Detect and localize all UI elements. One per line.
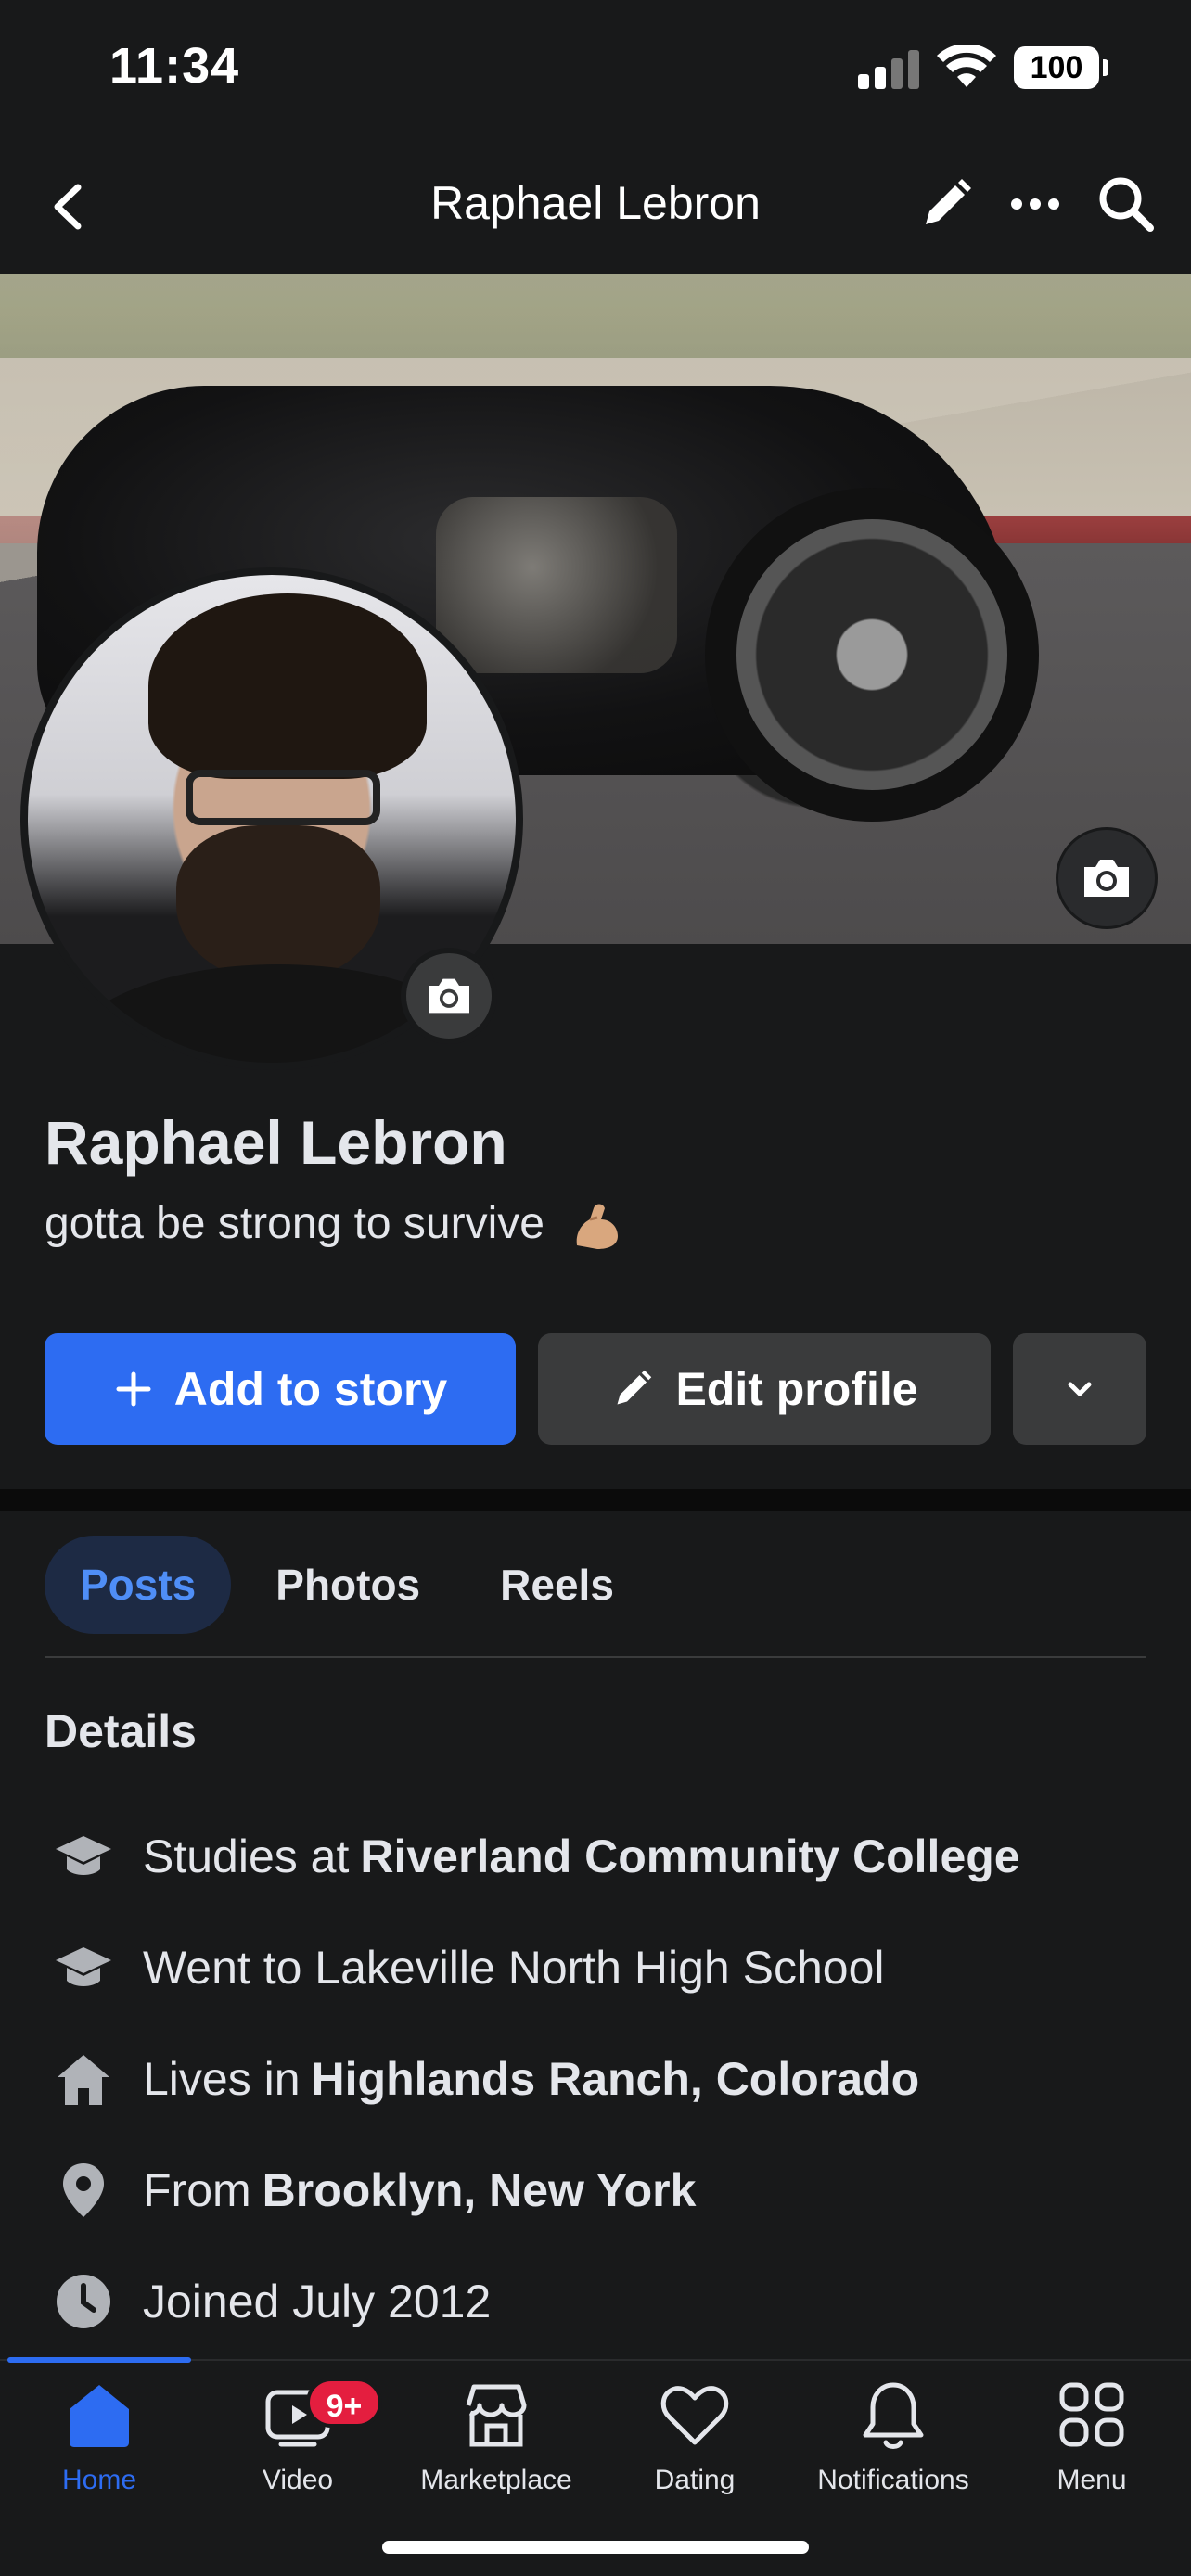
home-indicator (382, 2541, 809, 2554)
detail-value: Brooklyn, New York (262, 2164, 697, 2216)
nav-marketplace-label: Marketplace (420, 2465, 572, 2495)
pencil-icon (617, 1370, 652, 1405)
cover-camera-button[interactable] (1056, 827, 1158, 929)
battery-icon: 100 (1014, 46, 1099, 89)
active-tab-indicator (7, 2357, 191, 2363)
profile-options-button[interactable] (1013, 1333, 1146, 1445)
search-icon[interactable] (1095, 172, 1158, 236)
graduation-cap-icon (45, 1824, 122, 1889)
nav-dating[interactable]: Dating (596, 2378, 794, 2507)
battery-tip (1103, 59, 1108, 76)
motorcycle-wheel (705, 488, 1039, 822)
profile-header: Raphael Lebron (0, 139, 1191, 274)
add-to-story-button[interactable]: Add to story (45, 1333, 516, 1445)
more-icon[interactable] (1005, 174, 1065, 234)
status-time: 11:34 (109, 38, 240, 94)
menu-grid-icon (1059, 2382, 1124, 2447)
detail-value: Riverland Community College (360, 1830, 1020, 1882)
edit-profile-label: Edit profile (675, 1363, 918, 1415)
detail-prefix: Lives in (143, 2053, 301, 2105)
home-icon (45, 2047, 122, 2111)
video-badge: 9+ (306, 2378, 382, 2428)
detail-lives-in[interactable]: Lives in Highlands Ranch, Colorado (45, 2042, 1158, 2116)
profile-tabs: Posts Photos Reels (45, 1536, 659, 1634)
detail-high-school[interactable]: Went to Lakeville North High School (45, 1931, 1158, 2005)
wifi-icon (937, 45, 996, 87)
detail-value: Highlands Ranch, Colorado (311, 2053, 920, 2105)
graduation-cap-icon (45, 1935, 122, 2000)
edit-profile-button[interactable]: Edit profile (538, 1333, 991, 1445)
dating-heart-icon (660, 2386, 729, 2445)
signal-icon (858, 48, 921, 89)
tab-posts[interactable]: Posts (45, 1536, 232, 1634)
nav-notifications-label: Notifications (817, 2465, 969, 2495)
home-icon (70, 2385, 129, 2447)
bell-icon (863, 2382, 924, 2449)
details-title: Details (45, 1705, 197, 1757)
camera-icon (429, 978, 469, 1014)
profile-bio: gotta be strong to survive (45, 1198, 623, 1253)
detail-prefix: From (143, 2164, 251, 2216)
section-separator (0, 1489, 1191, 1511)
nav-home-label: Home (61, 2465, 137, 2495)
clock-icon (45, 2269, 122, 2334)
plus-icon (116, 1371, 151, 1407)
detail-education[interactable]: Studies at Riverland Community College (45, 1819, 1158, 1894)
detail-hometown[interactable]: From Brooklyn, New York (45, 2153, 1158, 2227)
camera-icon (1084, 860, 1129, 897)
location-pin-icon (45, 2158, 122, 2223)
marketplace-icon (466, 2384, 527, 2447)
chevron-down-icon (1068, 1382, 1092, 1396)
add-to-story-label: Add to story (173, 1363, 448, 1415)
nav-marketplace[interactable]: Marketplace (397, 2378, 596, 2507)
bio-text: gotta be strong to survive (45, 1199, 544, 1248)
flexed-biceps-icon (577, 1204, 619, 1250)
detail-prefix: Went to Lakeville North High School (143, 1942, 885, 1994)
nav-video-label: Video (262, 2465, 334, 2495)
profile-name: Raphael Lebron (45, 1108, 507, 1177)
nav-menu[interactable]: Menu (992, 2378, 1191, 2507)
pencil-icon[interactable] (916, 174, 976, 234)
nav-home[interactable]: Home (0, 2378, 198, 2507)
tabs-divider (45, 1656, 1146, 1658)
nav-menu-label: Menu (1057, 2465, 1127, 2495)
tab-reels[interactable]: Reels (465, 1536, 649, 1634)
status-bar: 11:34 100 (0, 0, 1191, 139)
tab-photos[interactable]: Photos (240, 1536, 455, 1634)
nav-video[interactable]: 9+ Video (198, 2378, 397, 2507)
nav-notifications[interactable]: Notifications (794, 2378, 992, 2507)
profile-camera-button[interactable] (401, 948, 497, 1044)
nav-dating-label: Dating (654, 2465, 736, 2495)
motorcycle-engine (436, 497, 677, 673)
detail-prefix: Studies at (143, 1830, 350, 1882)
detail-joined[interactable]: Joined July 2012 (45, 2264, 1158, 2339)
detail-prefix: Joined July 2012 (143, 2276, 492, 2327)
